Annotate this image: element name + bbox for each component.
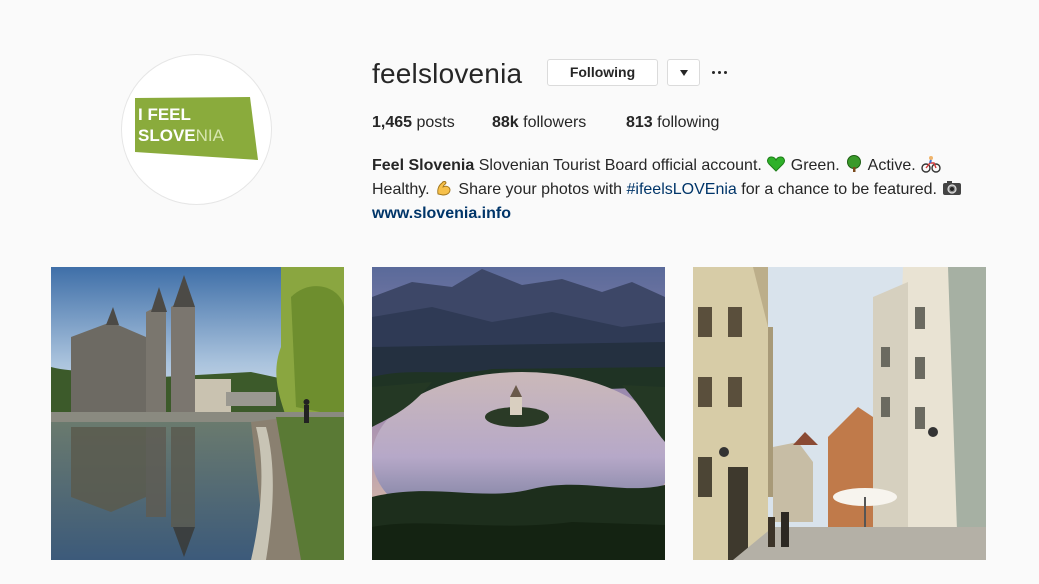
dropdown-caret-icon <box>680 70 688 76</box>
bio-text: Active. <box>864 157 921 174</box>
following-stat[interactable]: 813 following <box>626 114 719 132</box>
followers-label: followers <box>523 114 587 131</box>
bio-name: Feel Slovenia <box>372 157 475 174</box>
cyclist-icon <box>921 156 941 173</box>
post-image-church-reflection <box>51 267 344 560</box>
bio-text: Healthy. <box>372 181 434 198</box>
bio-line-2: Healthy. Share your photos with #ifeelsL… <box>372 178 972 202</box>
bio-text: Green. <box>786 157 845 174</box>
profile-avatar[interactable]: I FEEL SLOVENIA <box>121 54 272 205</box>
bio-line-3: www.slovenia.info <box>372 202 972 226</box>
svg-text:I FEEL: I FEEL <box>138 105 191 124</box>
camera-icon <box>943 181 962 195</box>
followers-stat[interactable]: 88k followers <box>492 114 586 132</box>
posts-label: posts <box>416 114 455 131</box>
posts-stat: 1,465 posts <box>372 114 455 132</box>
flexed-biceps-icon <box>437 181 451 196</box>
post-image-lake-bled <box>372 267 665 560</box>
bio-line-1: Feel Slovenia Slovenian Tourist Board of… <box>372 154 972 178</box>
post-image-old-town-street <box>693 267 986 560</box>
post-thumbnail-2[interactable] <box>372 267 665 560</box>
followers-count: 88k <box>492 114 519 131</box>
profile-bio: Feel Slovenia Slovenian Tourist Board of… <box>372 154 972 226</box>
more-options-button[interactable] <box>709 61 731 85</box>
bio-text: Share your photos with <box>453 181 627 198</box>
profile-username: feelslovenia <box>372 58 523 89</box>
green-heart-icon <box>767 156 786 172</box>
following-label: following <box>657 114 720 131</box>
bio-text: for a chance to be featured. <box>736 181 942 198</box>
tree-icon <box>847 155 862 172</box>
post-thumbnail-1[interactable] <box>51 267 344 560</box>
following-count: 813 <box>626 114 653 131</box>
svg-text:SLOVENIA: SLOVENIA <box>138 126 225 145</box>
bio-text: Slovenian Tourist Board official account… <box>474 157 767 174</box>
post-thumbnail-3[interactable] <box>693 267 986 560</box>
bio-website-link[interactable]: www.slovenia.info <box>372 205 511 222</box>
feel-slovenia-logo: I FEEL SLOVENIA <box>135 97 258 160</box>
following-button[interactable]: Following <box>547 59 658 86</box>
bio-hashtag-link[interactable]: #ifeelsLOVEnia <box>627 181 737 198</box>
suggestions-dropdown-button[interactable] <box>667 59 700 86</box>
posts-count: 1,465 <box>372 114 413 131</box>
